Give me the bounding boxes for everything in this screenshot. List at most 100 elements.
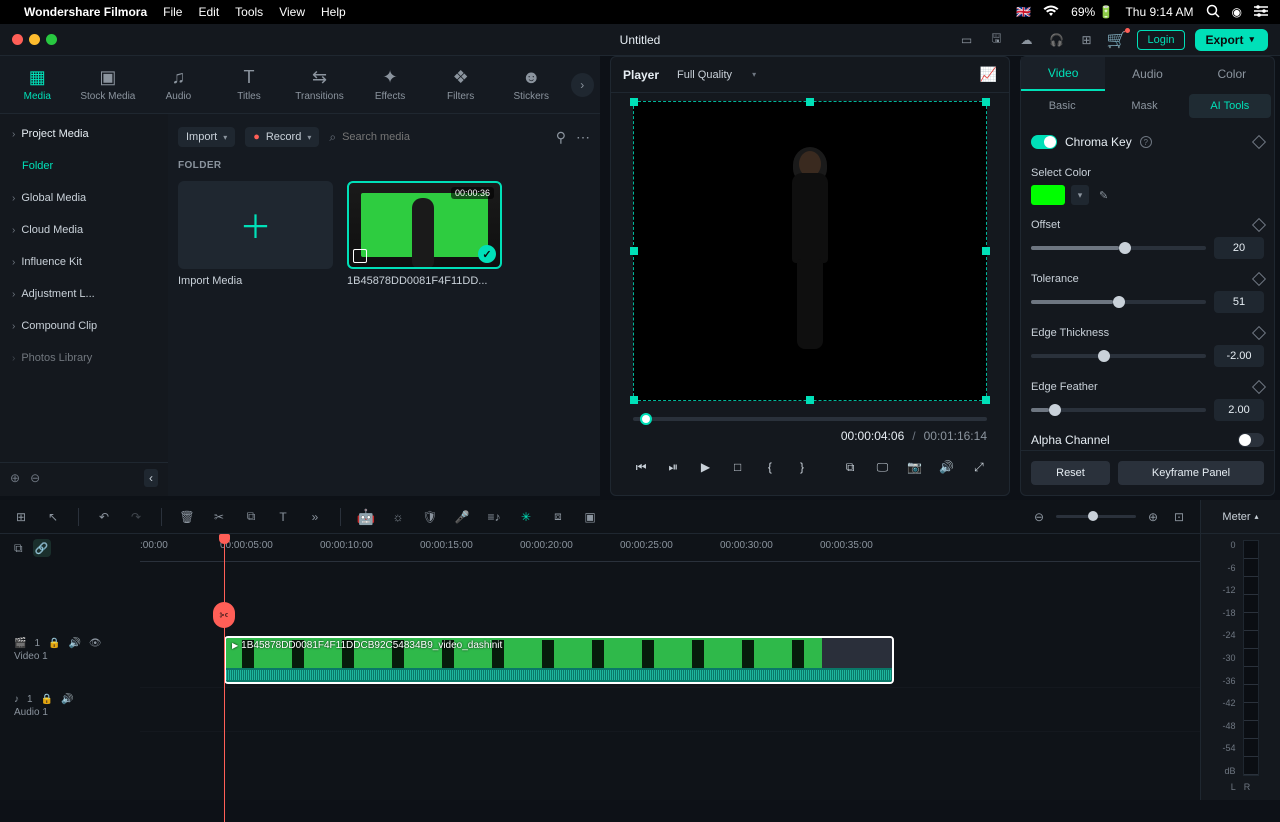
edge-thickness-value[interactable]: -2.00 — [1214, 345, 1264, 367]
volume-icon[interactable]: 🔊 — [939, 458, 955, 476]
alpha-channel-toggle[interactable] — [1238, 433, 1264, 447]
tab-effects[interactable]: ✦Effects — [359, 61, 422, 109]
player-viewport[interactable] — [633, 101, 987, 401]
import-dropdown[interactable]: Import▾ — [178, 127, 235, 147]
lock-icon[interactable]: 🔒 — [41, 694, 53, 705]
edge-feather-slider[interactable] — [1031, 408, 1206, 412]
tolerance-slider[interactable] — [1031, 300, 1206, 304]
apps-icon[interactable]: ⊞ — [1077, 30, 1097, 50]
transform-handle[interactable] — [982, 247, 990, 255]
lock-icon[interactable]: 🔒 — [48, 638, 60, 649]
tab-stickers[interactable]: ☻Stickers — [500, 61, 563, 109]
more-tools-icon[interactable]: » — [306, 510, 324, 524]
control-center-icon[interactable] — [1254, 5, 1268, 20]
color-swatch[interactable] — [1031, 185, 1065, 205]
keyframe-diamond-icon[interactable] — [1252, 326, 1266, 340]
menu-file[interactable]: File — [163, 5, 182, 19]
record-dropdown[interactable]: ●Record▾ — [245, 127, 319, 147]
sidebar-project-media[interactable]: Project Media — [0, 118, 168, 150]
keyframe-panel-button[interactable]: Keyframe Panel — [1118, 461, 1264, 485]
brightness-icon[interactable]: ☼ — [389, 510, 407, 524]
eyedropper-icon[interactable]: ✎ — [1099, 189, 1108, 202]
zoom-out-icon[interactable]: ⊖ — [1030, 510, 1048, 524]
sidebar-adjustment-layer[interactable]: Adjustment L... — [0, 278, 168, 310]
scrub-handle[interactable] — [640, 413, 652, 425]
music-icon[interactable]: ≡♪ — [485, 510, 503, 524]
tolerance-value[interactable]: 51 — [1214, 291, 1264, 313]
flag-icon[interactable]: 🇬🇧 — [1016, 5, 1031, 19]
compare-icon[interactable]: ⧉ — [842, 458, 858, 476]
pointer-icon[interactable]: ↖ — [44, 510, 62, 524]
snapshot-icon[interactable]: 📷 — [907, 458, 923, 476]
scopes-icon[interactable]: 📈 — [980, 66, 997, 83]
menu-tools[interactable]: Tools — [235, 5, 263, 19]
inspector-tab-audio[interactable]: Audio — [1105, 57, 1189, 91]
quality-dropdown[interactable]: Full Quality▾ — [677, 69, 756, 81]
edge-thickness-slider[interactable] — [1031, 354, 1206, 358]
tab-stock-media[interactable]: ▣Stock Media — [77, 61, 140, 109]
undo-icon[interactable]: ↶ — [95, 510, 113, 524]
tab-titles[interactable]: TTitles — [218, 61, 281, 109]
transform-handle[interactable] — [982, 396, 990, 404]
inspector-tab-video[interactable]: Video — [1021, 57, 1105, 91]
wifi-icon[interactable] — [1043, 5, 1059, 20]
cart-icon[interactable]: 🛒 — [1107, 30, 1127, 50]
sidebar-folder[interactable]: Folder — [0, 150, 168, 182]
playhead[interactable] — [224, 534, 225, 822]
siri-icon[interactable]: ◉ — [1232, 5, 1242, 19]
export-button[interactable]: Export▾ — [1195, 29, 1268, 51]
play-pause-icon[interactable]: ⏯ — [665, 458, 681, 476]
visibility-icon[interactable]: 👁 — [89, 638, 102, 649]
display-mode-icon[interactable]: 🖵 — [874, 458, 890, 476]
headphones-icon[interactable]: 🎧 — [1047, 30, 1067, 50]
scissors-icon[interactable]: ✂ — [210, 510, 228, 524]
import-media-tile[interactable]: ＋ — [178, 181, 333, 269]
timeline-ruler[interactable]: :00:00 00:00:05:00 00:00:10:00 00:00:15:… — [140, 534, 1200, 562]
offset-slider[interactable] — [1031, 246, 1206, 250]
audio-track-header[interactable]: ♪1🔒🔊 Audio 1 — [0, 688, 140, 732]
filter-icon[interactable]: ⚲ — [556, 129, 566, 146]
menu-edit[interactable]: Edit — [198, 5, 219, 19]
collapse-sidebar-icon[interactable]: ‹ — [144, 469, 158, 487]
subtab-basic[interactable]: Basic — [1021, 91, 1103, 121]
tab-audio[interactable]: ♫Audio — [147, 61, 210, 109]
maximize-button[interactable] — [46, 34, 57, 45]
meter-label[interactable]: Meter▴ — [1201, 500, 1280, 534]
subtab-mask[interactable]: Mask — [1103, 91, 1185, 121]
spotlight-icon[interactable] — [1206, 4, 1220, 21]
play-icon[interactable]: ▶ — [697, 458, 713, 476]
mark-out-icon[interactable]: } — [794, 458, 810, 476]
stop-icon[interactable]: □ — [730, 458, 746, 476]
chroma-key-toggle[interactable] — [1031, 135, 1057, 149]
search-input[interactable] — [342, 131, 546, 143]
delete-icon[interactable]: 🗑 — [178, 510, 196, 524]
video-track-header[interactable]: 🎬1🔒🔊👁 Video 1 — [0, 632, 140, 688]
keyframe-diamond-icon[interactable] — [1252, 218, 1266, 232]
reset-button[interactable]: Reset — [1031, 461, 1110, 485]
media-clip-thumbnail[interactable]: 00:00:36 ✓ — [347, 181, 502, 269]
mute-icon[interactable]: 🔊 — [61, 694, 73, 705]
transform-handle[interactable] — [982, 98, 990, 106]
frame-icon[interactable]: ▣ — [581, 510, 599, 524]
keyframe-diamond-icon[interactable] — [1252, 135, 1266, 149]
tab-filters[interactable]: ❖Filters — [429, 61, 492, 109]
tabs-overflow-icon[interactable]: › — [571, 73, 594, 97]
mute-icon[interactable]: 🔊 — [68, 638, 80, 649]
more-icon[interactable]: ⋯ — [576, 129, 590, 146]
timeline-video-clip[interactable]: 1B45878DD0081F4F11DDCB92C54834B9_video_d… — [224, 636, 894, 684]
minimize-button[interactable] — [29, 34, 40, 45]
tab-media[interactable]: ▦Media — [6, 61, 69, 109]
new-folder-icon[interactable]: ⊕ — [10, 471, 20, 485]
close-button[interactable] — [12, 34, 23, 45]
sidebar-photos-library[interactable]: Photos Library — [0, 342, 168, 374]
sidebar-influence-kit[interactable]: Influence Kit — [0, 246, 168, 278]
link-tracks-icon[interactable]: 🔗 — [33, 539, 51, 557]
bug-icon[interactable]: ✳ — [517, 510, 535, 524]
addon-icon[interactable]: ⊞ — [12, 510, 30, 524]
zoom-in-icon[interactable]: ⊕ — [1144, 510, 1162, 524]
redo-icon[interactable]: ↷ — [127, 510, 145, 524]
save-icon[interactable]: 🖫 — [987, 30, 1007, 50]
keyframe-diamond-icon[interactable] — [1252, 272, 1266, 286]
crop-icon[interactable]: ⧉ — [242, 509, 260, 524]
keyframe-diamond-icon[interactable] — [1252, 380, 1266, 394]
